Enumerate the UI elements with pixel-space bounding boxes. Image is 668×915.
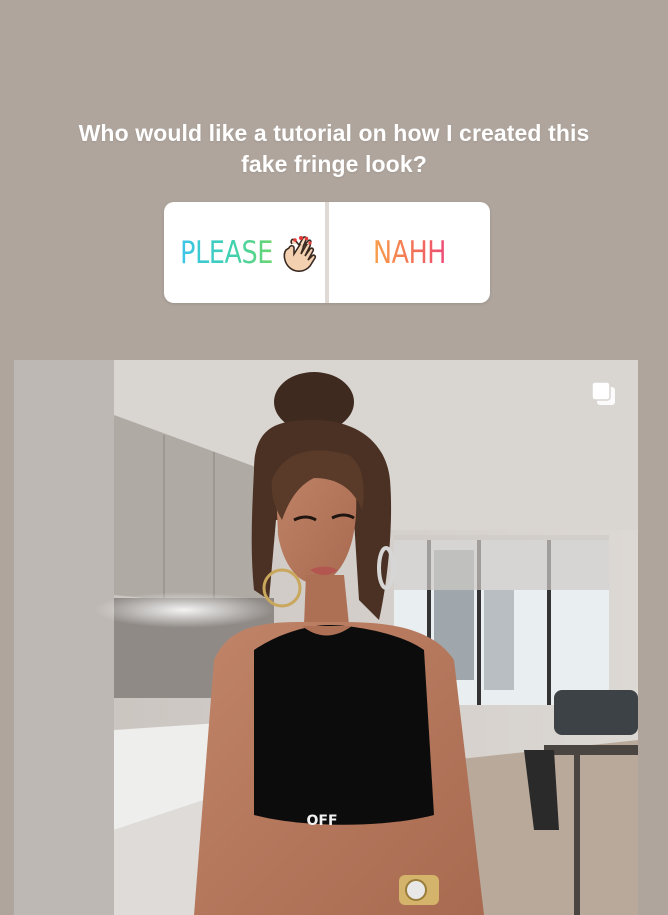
poll-option-please[interactable]: PLEASE — [164, 202, 325, 303]
poll-option-nahh-label: NAHH — [372, 234, 447, 271]
poll-sticker: PLEASE NAHH — [164, 202, 490, 303]
carousel-icon[interactable] — [590, 380, 618, 408]
poll-option-nahh[interactable]: NAHH — [329, 202, 490, 303]
story-question: Who would like a tutorial on how I creat… — [78, 120, 590, 177]
top-print: OFF — [306, 813, 337, 829]
photo-illustration: OFF — [14, 360, 638, 915]
poll-option-please-label: PLEASE — [180, 234, 273, 271]
clapping-hands-icon — [283, 235, 317, 272]
post-photo[interactable]: OFF — [14, 360, 638, 915]
